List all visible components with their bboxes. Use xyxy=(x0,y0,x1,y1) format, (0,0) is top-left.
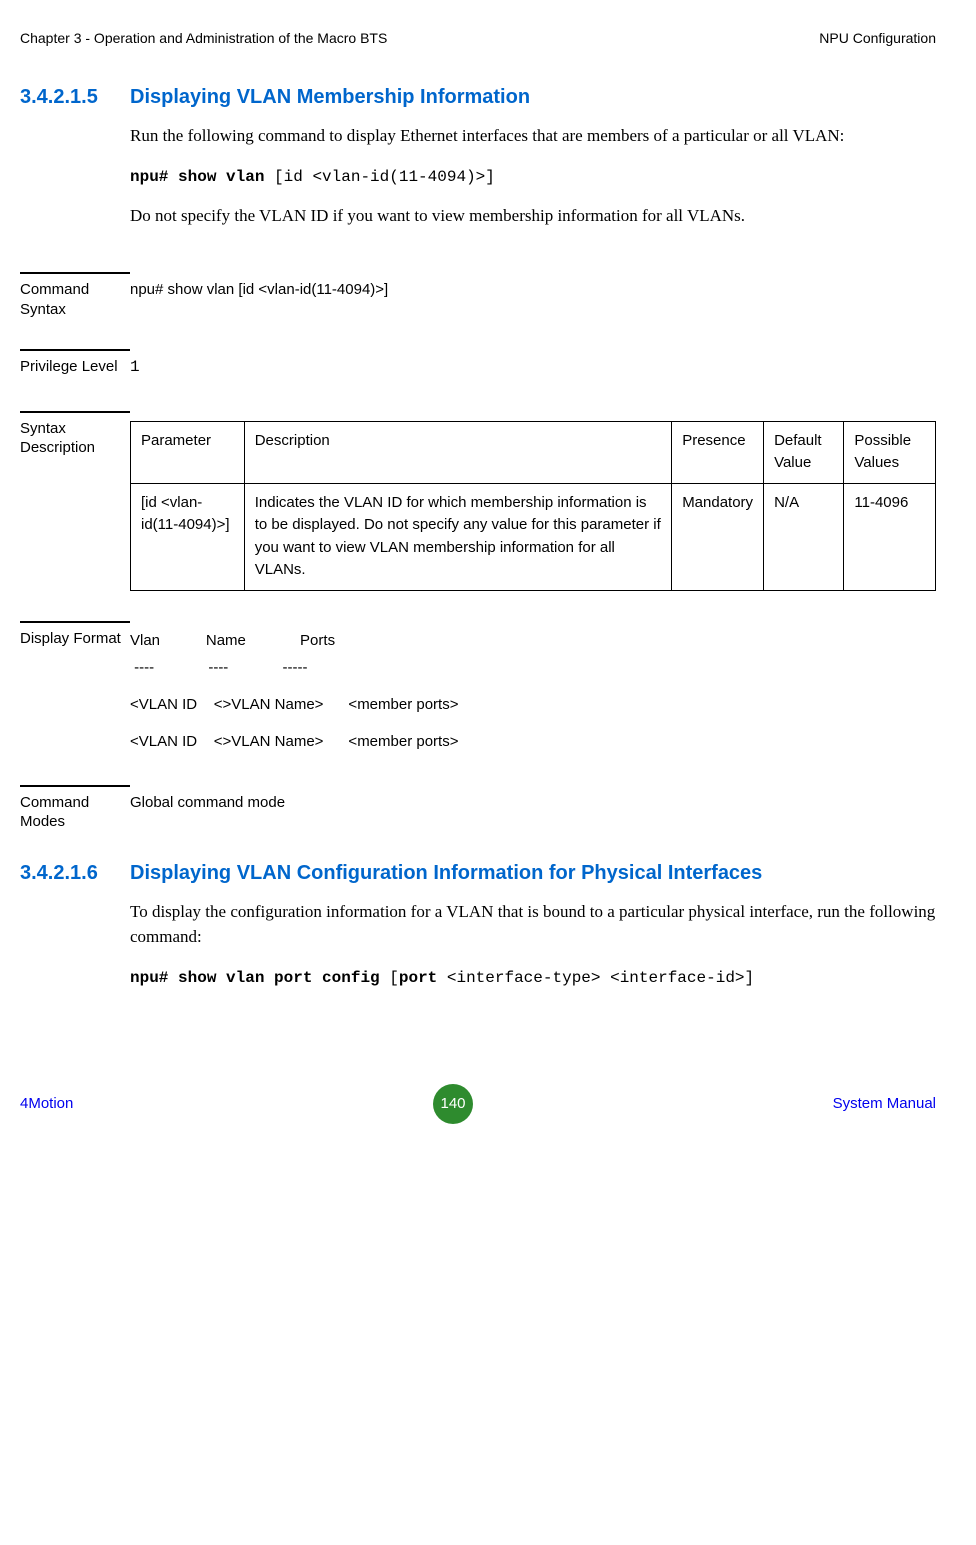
table-header-row: Parameter Description Presence Default V… xyxy=(131,421,936,483)
section1-command: npu# show vlan [id <vlan-id(11-4094)>] xyxy=(130,163,936,189)
cmd2-mid: [ xyxy=(389,969,399,987)
td-possible: 11-4096 xyxy=(844,483,936,590)
cmd-bold: npu# show vlan xyxy=(130,168,274,186)
page-footer: 4Motion 140 System Manual xyxy=(0,1084,976,1144)
section-title-1: Displaying VLAN Membership Information xyxy=(130,86,936,109)
section-title-2: Displaying VLAN Configuration Informatio… xyxy=(130,862,936,885)
td-desc: Indicates the VLAN ID for which membersh… xyxy=(244,483,671,590)
command-syntax-value: npu# show vlan [id <vlan-id(11-4094)>] xyxy=(130,272,936,319)
page-number: 140 xyxy=(433,1084,473,1124)
header-left: Chapter 3 - Operation and Administration… xyxy=(20,30,387,46)
td-default: N/A xyxy=(764,483,844,590)
section-number-1: 3.4.2.1.5 xyxy=(20,86,130,242)
cmd2-bold2: port xyxy=(399,969,437,987)
syntax-table: Parameter Description Presence Default V… xyxy=(130,421,936,591)
command-modes-value: Global command mode xyxy=(130,785,936,832)
section1-para1: Run the following command to display Eth… xyxy=(130,123,936,149)
td-param: [id <vlan-id(11-4094)>] xyxy=(131,483,245,590)
th-possible: Possible Values xyxy=(844,421,936,483)
section2-para1: To display the configuration information… xyxy=(130,899,936,950)
footer-right: System Manual xyxy=(833,1095,936,1112)
display-line2: ---- ---- ----- xyxy=(130,654,936,681)
page-header: Chapter 3 - Operation and Administration… xyxy=(20,30,936,46)
section2-command: npu# show vlan port config [port <interf… xyxy=(130,964,936,990)
privilege-label: Privilege Level xyxy=(20,349,130,381)
privilege-level-block: Privilege Level 1 xyxy=(20,349,936,381)
command-modes-block: Command Modes Global command mode xyxy=(20,785,936,832)
display-format-label: Display Format xyxy=(20,621,130,755)
command-syntax-label: Command Syntax xyxy=(20,272,130,319)
command-syntax-block: Command Syntax npu# show vlan [id <vlan-… xyxy=(20,272,936,319)
th-presence: Presence xyxy=(672,421,764,483)
cmd-args: [id <vlan-id(11-4094)>] xyxy=(274,168,495,186)
command-modes-label: Command Modes xyxy=(20,785,130,832)
cmd2-rest: <interface-type> <interface-id>] xyxy=(437,969,754,987)
td-presence: Mandatory xyxy=(672,483,764,590)
display-line3: <VLAN ID <>VLAN Name> <member ports> xyxy=(130,691,936,718)
section1-para2: Do not specify the VLAN ID if you want t… xyxy=(130,203,936,229)
footer-left: 4Motion xyxy=(20,1095,73,1112)
privilege-value: 1 xyxy=(130,349,936,381)
th-parameter: Parameter xyxy=(131,421,245,483)
th-description: Description xyxy=(244,421,671,483)
display-format-block: Display Format Vlan Name Ports ---- ----… xyxy=(20,621,936,755)
th-default: Default Value xyxy=(764,421,844,483)
cmd2-bold1: npu# show vlan port config xyxy=(130,969,389,987)
display-line4: <VLAN ID <>VLAN Name> <member ports> xyxy=(130,728,936,755)
syntax-description-block: Syntax Description Parameter Description… xyxy=(20,411,936,591)
display-line1: Vlan Name Ports xyxy=(130,627,936,654)
header-right: NPU Configuration xyxy=(819,30,936,46)
table-row: [id <vlan-id(11-4094)>] Indicates the VL… xyxy=(131,483,936,590)
section-number-2: 3.4.2.1.6 xyxy=(20,862,130,1004)
syntax-desc-label: Syntax Description xyxy=(20,411,130,591)
